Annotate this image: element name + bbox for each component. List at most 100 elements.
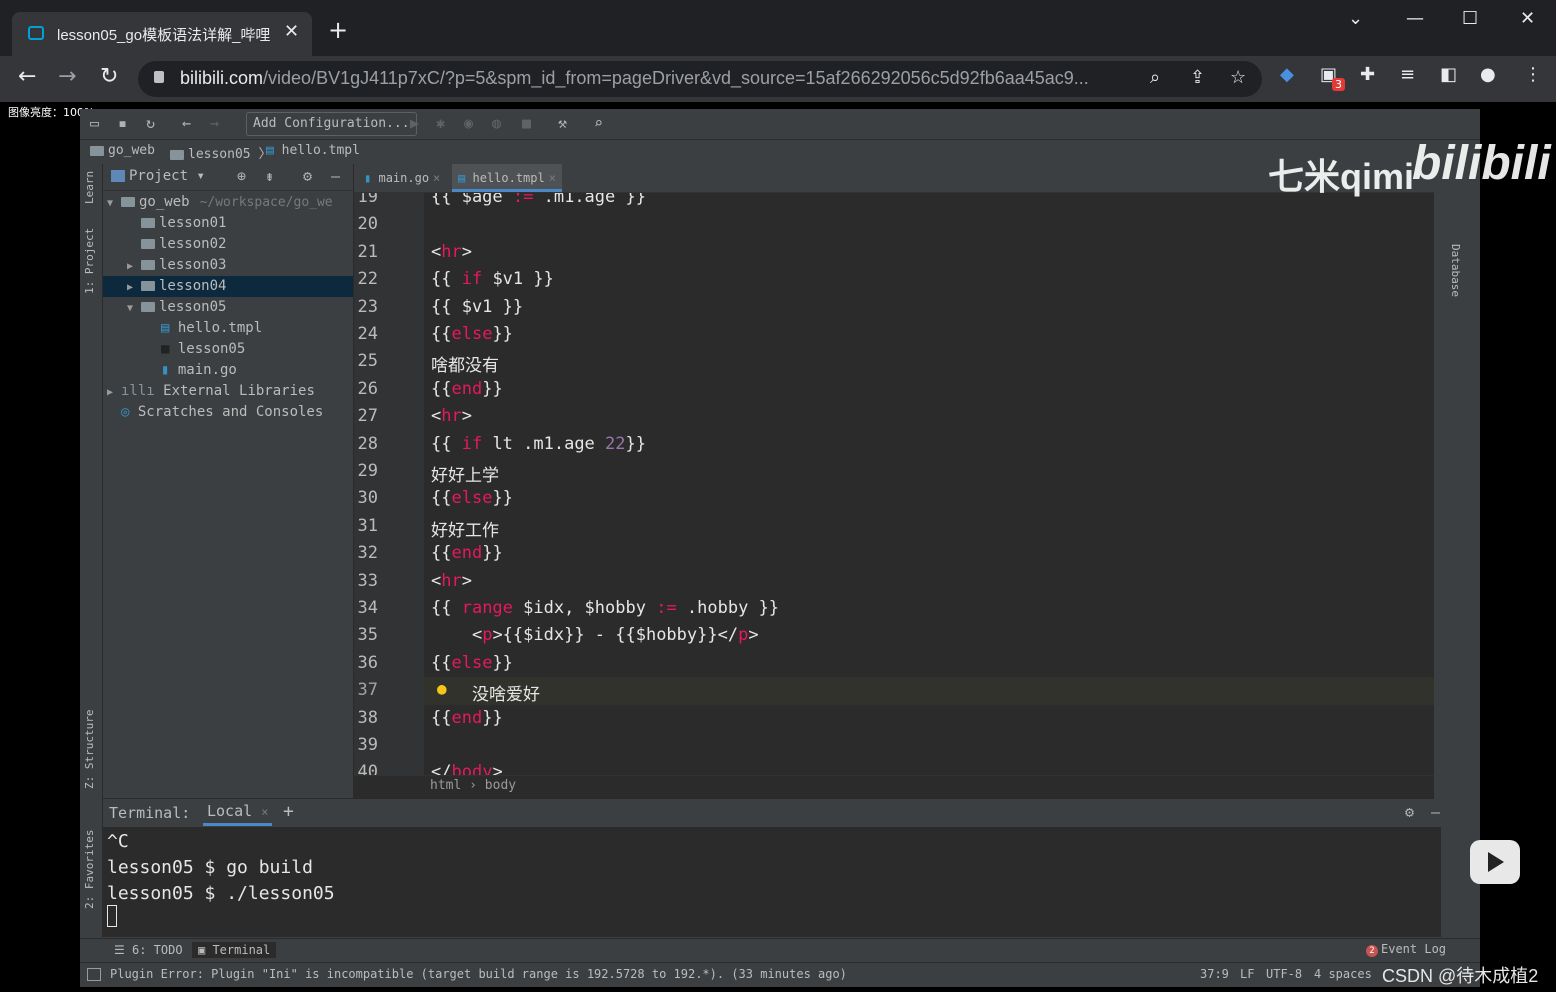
tree-item[interactable]: ▼ lesson05 [103,297,353,318]
terminal-tab-close-icon[interactable]: × [261,805,268,819]
url-text[interactable]: bilibili.com/video/BV1gJ411p7xC/?p=5&spm… [180,68,1089,89]
structure-tool-button[interactable]: Z: Structure [83,710,96,789]
tree-item[interactable]: ▮ main.go [103,360,353,381]
file-encoding[interactable]: UTF-8 [1266,967,1302,981]
forward-icon[interactable]: → [58,64,76,89]
terminal-tool-button[interactable]: ▣ Terminal [192,942,277,958]
html-path-breadcrumb[interactable]: html › body [430,778,516,793]
tree-item-label: Scratches and Consoles [137,404,324,420]
sidepanel-icon[interactable]: ◧ [1440,64,1457,85]
terminal-tab-local[interactable]: Local × [203,802,273,826]
menu-icon[interactable]: ⋮ [1524,64,1542,85]
collapse-arrow-icon[interactable]: ▶ [107,382,121,403]
breadcrumb-hello-tmpl[interactable]: ▤ hello.tmpl [266,143,360,158]
caret-position[interactable]: 37:9 [1200,967,1229,981]
new-tab-button[interactable]: + [328,18,348,42]
line-separator[interactable]: LF [1240,967,1254,981]
tree-item[interactable]: ◎ Scratches and Consoles [103,402,353,423]
template-file-icon: ▤ [161,320,178,336]
profile-icon[interactable]: ● [1480,64,1496,85]
wrench-icon[interactable]: ⚒ [558,114,567,132]
browser-tab[interactable]: lesson05_go模板语法详解_哔哩 ✕ [12,12,312,56]
indent-setting[interactable]: 4 spaces [1314,967,1372,981]
debug-icon[interactable]: ✱ [436,114,445,132]
left-tool-strip: Learn 1: Project Z: Structure 2: Favorit… [80,164,103,937]
todo-tool-button[interactable]: ☰ 6: TODO [108,942,189,958]
hide-panel-icon[interactable]: — [331,167,340,185]
share-icon[interactable]: ⇪ [1190,67,1205,88]
tree-item[interactable]: ▼ go_web ~/workspace/go_we [103,192,353,213]
tab-close-icon[interactable]: × [549,171,556,185]
new-terminal-button[interactable]: + [283,801,294,822]
reload-icon[interactable]: ↻ [100,64,118,89]
tree-item-path: ~/workspace/go_we [199,195,333,210]
database-tool-button[interactable]: Database [1449,244,1462,297]
code-line: {{ $v1 }} [431,296,524,317]
browser-tabstrip: lesson05_go模板语法详解_哔哩 ✕ + ⌄ — ☐ ✕ [0,0,1556,56]
search-icon[interactable]: ⌕ [594,114,603,132]
tree-item[interactable]: ■ lesson05 [103,339,353,360]
lock-icon[interactable] [154,71,164,83]
terminal-header: Terminal: Local × + ⚙ — [103,798,1440,827]
stop-icon[interactable]: ■ [522,114,531,132]
zoom-icon[interactable]: ⌕ [1150,67,1160,88]
scratches-icon: ◎ [121,404,138,420]
tree-item[interactable]: ▤ hello.tmpl [103,318,353,339]
sync-icon[interactable]: ↻ [146,114,155,132]
favorites-tool-button[interactable]: 2: Favorites [83,830,96,909]
nav-forward-icon[interactable]: → [210,114,219,132]
back-icon[interactable]: ← [18,64,36,89]
toggle-tool-windows-icon[interactable] [87,968,101,981]
tab-close-icon[interactable]: ✕ [284,21,299,42]
nav-back-icon[interactable]: ← [182,114,191,132]
tree-item[interactable]: lesson01 [103,213,353,234]
expand-arrow-icon[interactable]: ▼ [127,298,141,319]
reading-list-icon[interactable]: ≡ [1400,64,1415,85]
code-editor[interactable]: 19 20 21 22 23 24 25 26 27 28 29 30 31 32 33 34 35 36 37 38… [354,193,1434,775]
event-log-button[interactable]: 2 Event Log [1366,942,1446,957]
extensions-icon[interactable]: ✚ [1360,64,1375,85]
address-bar[interactable]: bilibili.com/video/BV1gJ411p7xC/?p=5&spm… [138,61,1262,97]
tab-search-icon[interactable]: ⌄ [1348,8,1363,29]
terminal-output[interactable]: ^C lesson05 $ go build lesson05 $ ./less… [103,827,1441,937]
tree-item[interactable]: ▶ ıllı External Libraries [103,381,353,402]
project-tool-button[interactable]: 1: Project [83,228,96,294]
tree-item[interactable]: ▶ lesson04 [103,276,353,297]
collapse-all-icon[interactable]: ⇟ [265,167,274,185]
learn-tool-button[interactable]: Learn [83,171,96,204]
open-folder-icon[interactable]: ▭ [90,114,99,132]
terminal-label: Terminal: [109,804,191,822]
add-configuration-button[interactable]: Add Configuration... [246,112,417,136]
code-line: <p>{{$idx}} - {{$hobby}}</p> [431,625,759,646]
save-icon[interactable]: ▪ [118,114,127,132]
tab-close-icon[interactable]: × [433,171,440,185]
collapse-arrow-icon[interactable]: ▶ [127,277,141,298]
collapse-arrow-icon[interactable]: ▶ [127,256,141,277]
expand-arrow-icon[interactable]: ▼ [107,193,121,214]
line-number: 33 [357,570,378,591]
star-icon[interactable]: ☆ [1230,67,1246,88]
tree-item[interactable]: lesson02 [103,234,353,255]
tab-hello-tmpl[interactable]: ▤ hello.tmpl × [452,164,562,192]
tab-main-go[interactable]: ▮ main.go × [358,164,446,192]
coverage-icon[interactable]: ◉ [464,114,473,132]
maximize-icon[interactable]: ☐ [1462,8,1478,29]
terminal-hide-icon[interactable]: — [1431,803,1440,821]
window-close-icon[interactable]: ✕ [1520,8,1535,29]
run-icon[interactable]: ▶ [410,114,419,132]
extension-shield-icon[interactable]: ◆ [1280,64,1294,85]
settings-gear-icon[interactable]: ⚙ [303,167,312,185]
tree-item-label: lesson04 [159,278,227,294]
status-message[interactable]: Plugin Error: Plugin "Ini" is incompatib… [110,967,847,981]
project-view-selector[interactable]: Project ▾ [129,168,205,184]
terminal-settings-gear-icon[interactable]: ⚙ [1405,803,1414,821]
breadcrumb-go-web[interactable]: go_web [90,143,155,158]
csdn-watermark: CSDN @待木成植2 [1382,966,1539,986]
breadcrumb-lesson05[interactable]: lesson05 〉 [170,143,271,162]
profile-run-icon[interactable]: ◍ [492,114,501,132]
tree-item[interactable]: ▶ lesson03 [103,255,353,276]
line-number: 31 [357,515,378,536]
locate-icon[interactable]: ⊕ [237,167,246,185]
minimize-icon[interactable]: — [1406,8,1424,29]
url-host: bilibili.com [180,68,264,88]
